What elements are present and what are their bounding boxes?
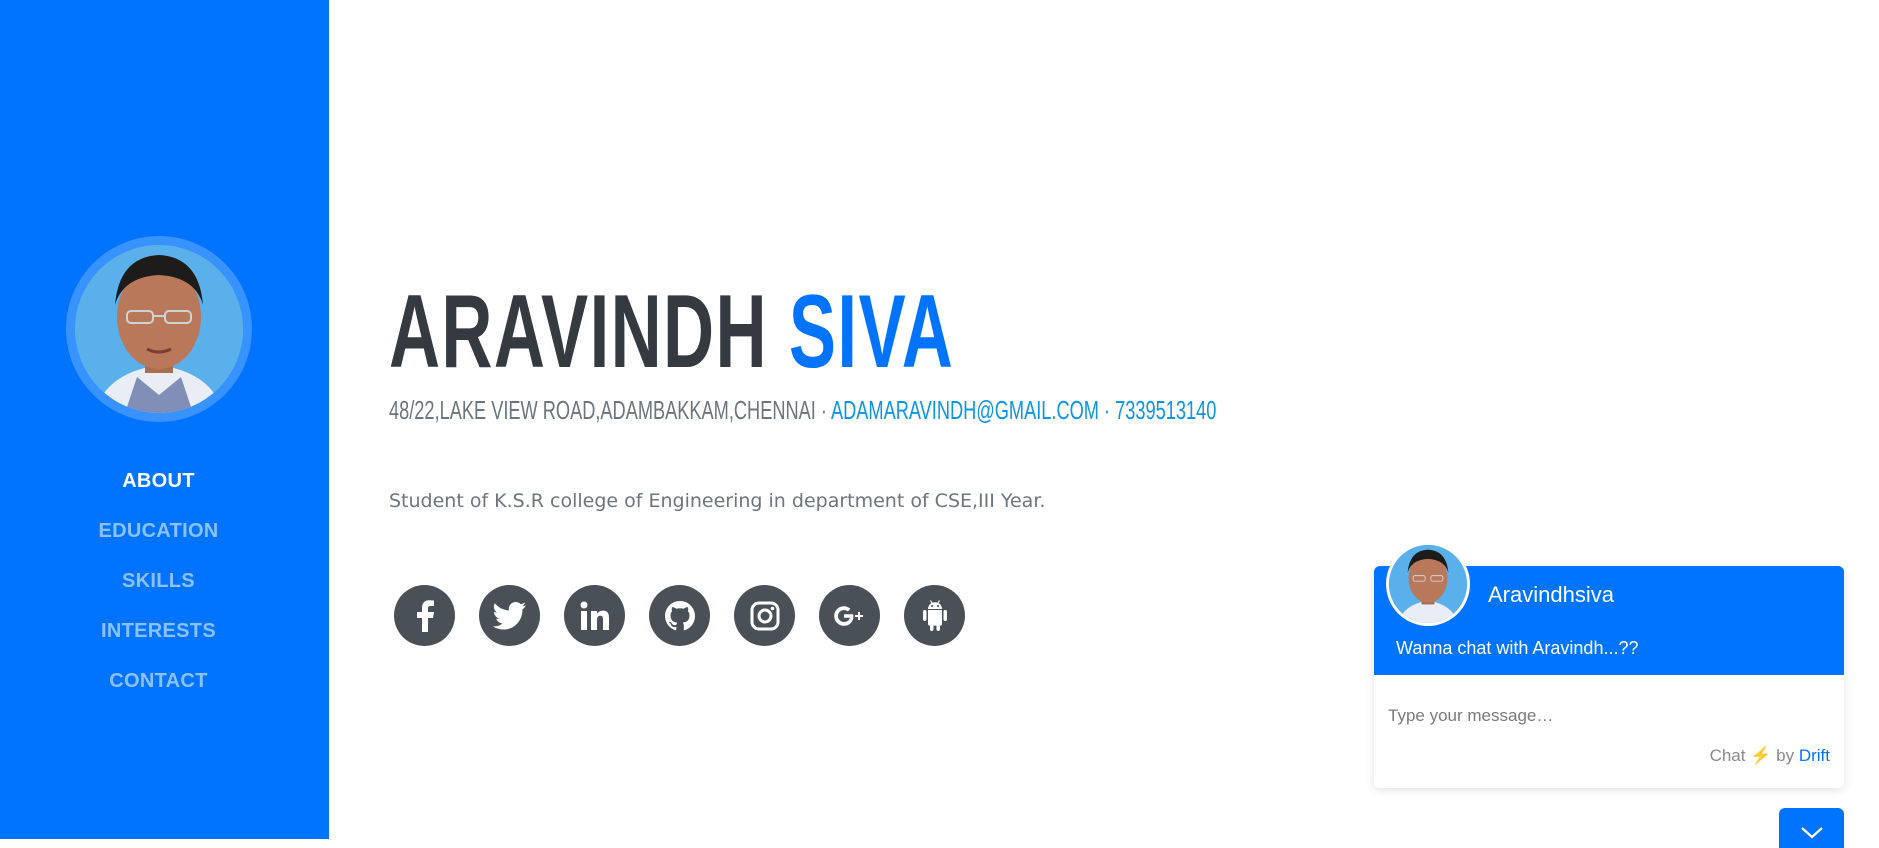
facebook-icon[interactable] (394, 585, 455, 646)
first-name: ARAVINDH (389, 274, 768, 390)
instagram-icon[interactable] (734, 585, 795, 646)
bolt-icon: ⚡ (1750, 746, 1772, 765)
separator-dot: · (1103, 395, 1111, 425)
email-link[interactable]: ADAMARAVINDH@GMAIL.COM (831, 395, 1099, 425)
profile-photo-ring (66, 236, 252, 422)
sidebar: ABOUT EDUCATION SKILLS INTERESTS CONTACT (0, 0, 329, 839)
chat-message-input[interactable] (1388, 702, 1828, 730)
chat-avatar (1386, 542, 1470, 626)
chat-subtitle: Wanna chat with Aravindh...?? (1396, 638, 1639, 658)
phone-number: 7339513140 (1115, 395, 1217, 425)
sidebar-nav: ABOUT EDUCATION SKILLS INTERESTS CONTACT (0, 468, 317, 718)
chevron-down-icon (1800, 824, 1823, 848)
chat-footer: Chat ⚡ by Drift (1710, 746, 1830, 766)
profile-photo (75, 245, 243, 413)
chat-widget: Aravindhsiva Wanna chat with Aravindh...… (1374, 542, 1844, 788)
address-text: 48/22,LAKE VIEW ROAD,ADAMBAKKAM,CHENNAI … (389, 395, 827, 425)
last-name: SIVA (788, 274, 955, 390)
android-icon[interactable] (904, 585, 965, 646)
nav-item-contact[interactable]: CONTACT (0, 668, 317, 718)
bio-text: Student of K.S.R college of Engineering … (389, 490, 1046, 512)
nav-item-about[interactable]: ABOUT (0, 468, 317, 518)
github-icon[interactable] (649, 585, 710, 646)
chat-header: Aravindhsiva Wanna chat with Aravindh...… (1374, 542, 1844, 675)
chat-footer-prefix: Chat (1709, 746, 1746, 765)
chat-footer-by: by (1776, 746, 1795, 765)
nav-item-education[interactable]: EDUCATION (0, 518, 317, 568)
drift-link[interactable]: Drift (1799, 746, 1830, 765)
page-title: ARAVINDH SIVA (389, 280, 954, 384)
social-icons (394, 585, 989, 646)
contact-line: 48/22,LAKE VIEW ROAD,ADAMBAKKAM,CHENNAI … (389, 395, 1216, 425)
chat-title: Aravindhsiva (1488, 582, 1614, 607)
nav-item-interests[interactable]: INTERESTS (0, 618, 317, 668)
google-plus-icon[interactable] (819, 585, 880, 646)
nav-item-skills[interactable]: SKILLS (0, 568, 317, 618)
linkedin-icon[interactable] (564, 585, 625, 646)
chat-toggle-button[interactable] (1779, 808, 1844, 848)
twitter-icon[interactable] (479, 585, 540, 646)
